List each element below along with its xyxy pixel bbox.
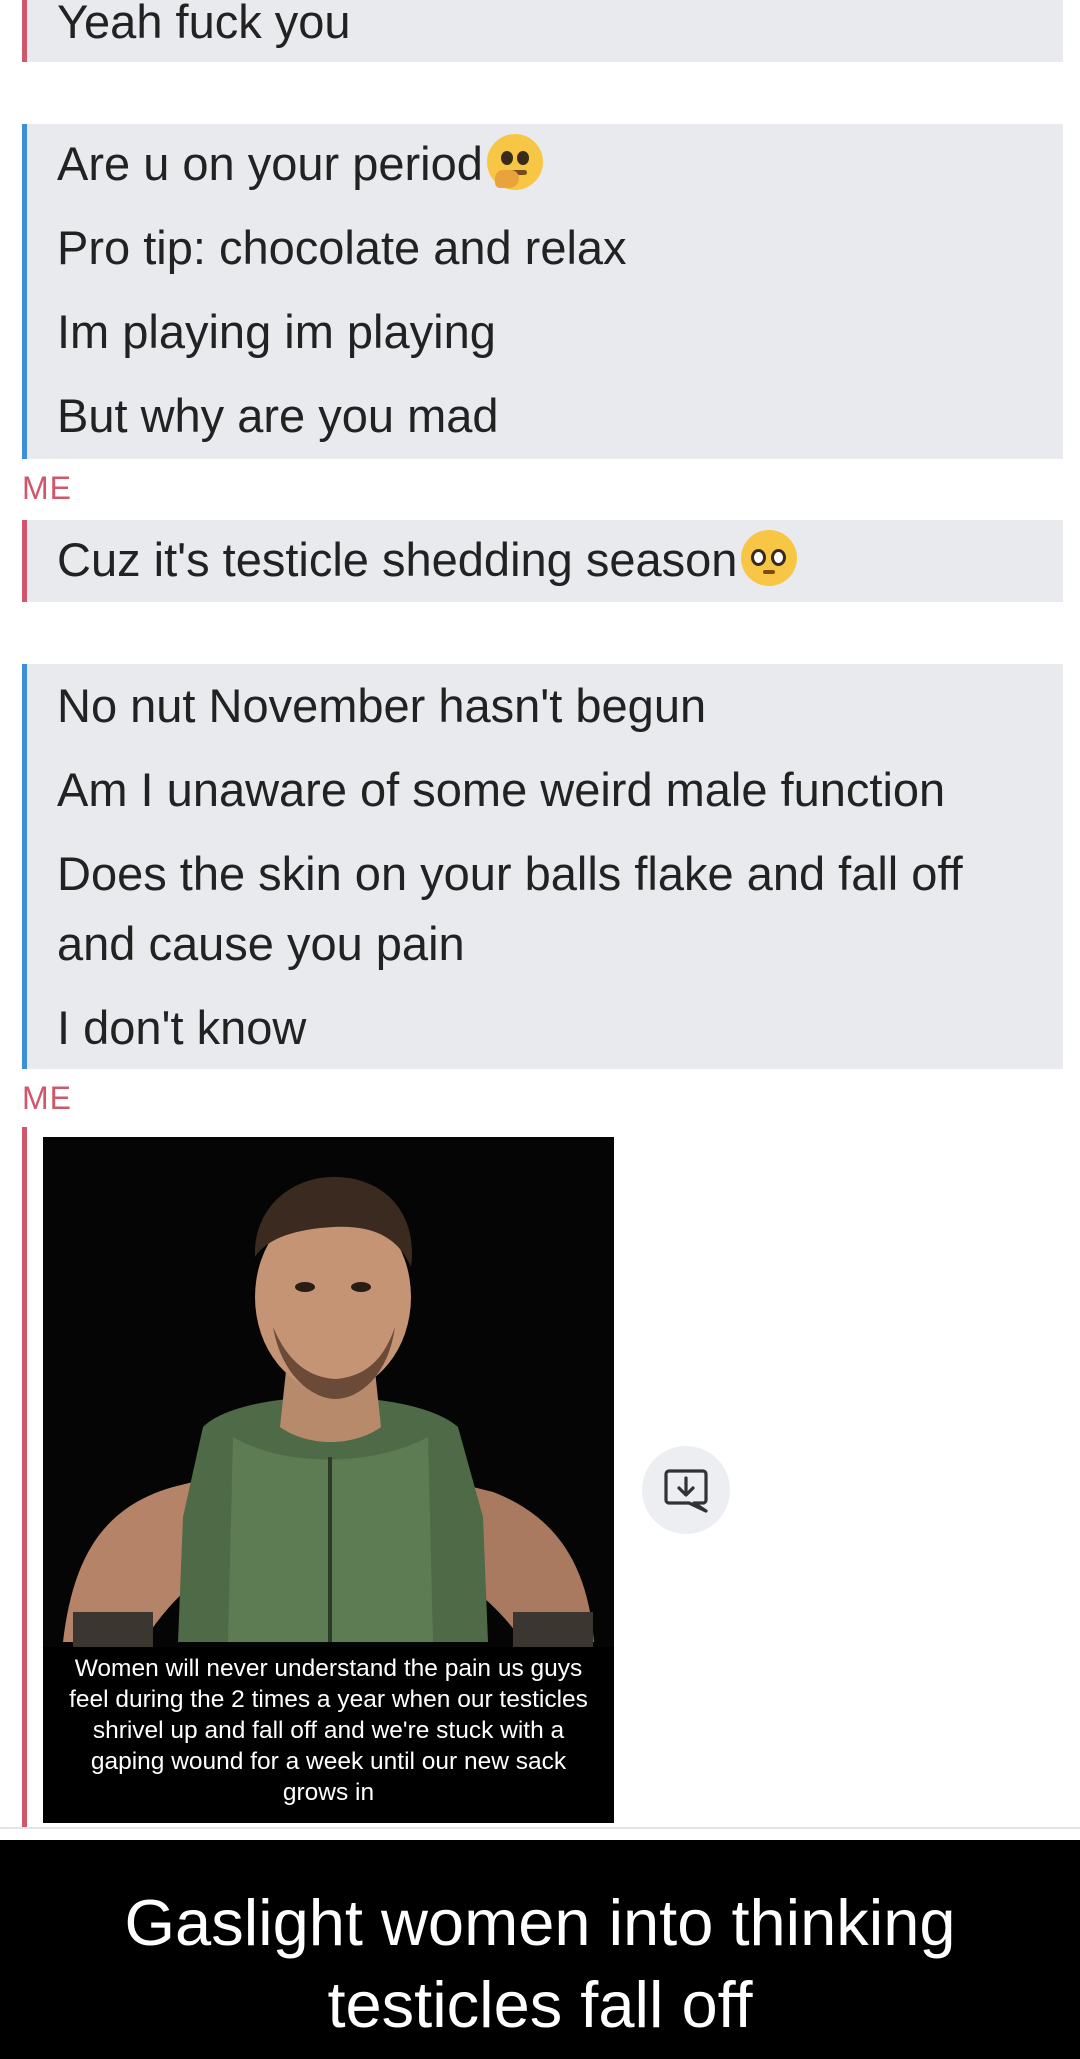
- message-text: Does the skin on your balls flake and fa…: [57, 847, 963, 900]
- save-image-button[interactable]: [642, 1446, 730, 1534]
- banner-line: testicles fall off: [327, 1968, 753, 2041]
- chat-thread: Yeah fuck you Are u on your period Pro t…: [0, 0, 1080, 1829]
- message-text: But why are you mad: [57, 389, 499, 442]
- message-group-them: No nut November hasn't begun Am I unawar…: [22, 664, 1063, 1069]
- message-group-me: Yeah fuck you: [22, 0, 1063, 62]
- pleading-face-emoji: [741, 530, 798, 586]
- meme-image[interactable]: Women will never understand the pain us …: [43, 1137, 614, 1823]
- message-group-me: Cuz it's testicle shedding season: [22, 520, 1063, 602]
- message-text: I don't know: [57, 1001, 307, 1054]
- thinking-face-emoji: [486, 134, 543, 190]
- message-text: Cuz it's testicle shedding season: [57, 530, 798, 590]
- message-text: Im playing im playing: [57, 305, 496, 358]
- message-group-them: Are u on your period Pro tip: chocolate …: [22, 124, 1063, 459]
- banner-line: Gaslight women into thinking: [124, 1886, 956, 1959]
- download-icon: [664, 1469, 708, 1513]
- caption-banner: Gaslight women into thinking testicles f…: [0, 1840, 1080, 2059]
- sender-label-me: ME: [22, 470, 72, 506]
- meme-caption: Women will never understand the pain us …: [69, 1655, 588, 1806]
- meme-photo: [43, 1137, 614, 1647]
- message-accent-bar: [22, 1127, 27, 1827]
- message-text: No nut November hasn't begun: [57, 679, 707, 732]
- sender-label-me: ME: [22, 1080, 72, 1116]
- divider: [0, 1827, 1080, 1829]
- message-text: Pro tip: chocolate and relax: [57, 221, 627, 274]
- message-text: and cause you pain: [57, 917, 465, 970]
- message-text: Am I unaware of some weird male function: [57, 763, 946, 816]
- message-text: Are u on your period: [57, 134, 543, 194]
- message-text: Yeah fuck you: [57, 0, 351, 48]
